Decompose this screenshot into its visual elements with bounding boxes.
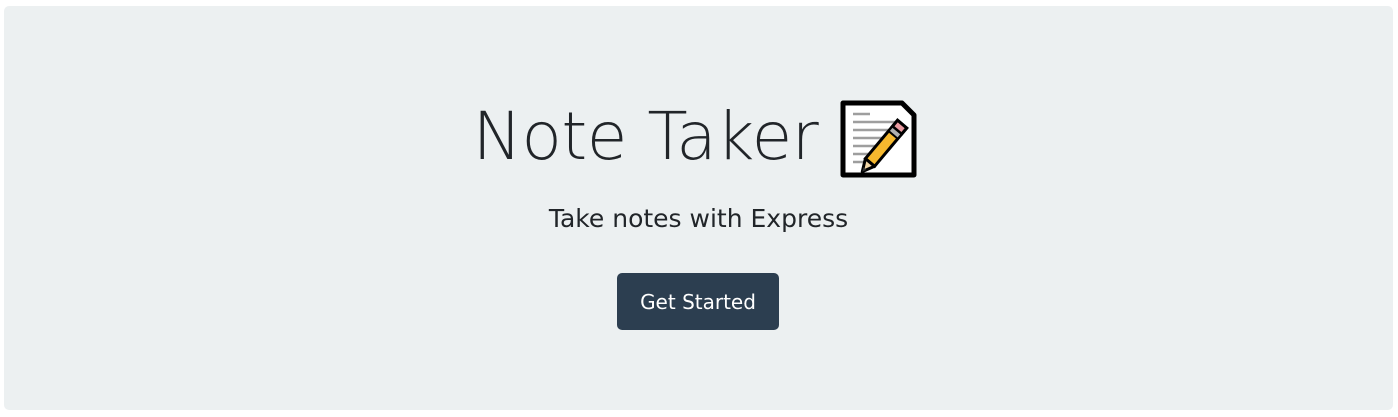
get-started-button[interactable]: Get Started [617, 273, 779, 330]
page-title: Note Taker [472, 98, 819, 175]
hero-jumbotron: Note Taker Take notes with Express Get S… [4, 6, 1393, 410]
memo-icon [840, 99, 924, 179]
page-subtitle: Take notes with Express [548, 204, 849, 233]
hero-title-row: Note Taker [4, 92, 1393, 182]
